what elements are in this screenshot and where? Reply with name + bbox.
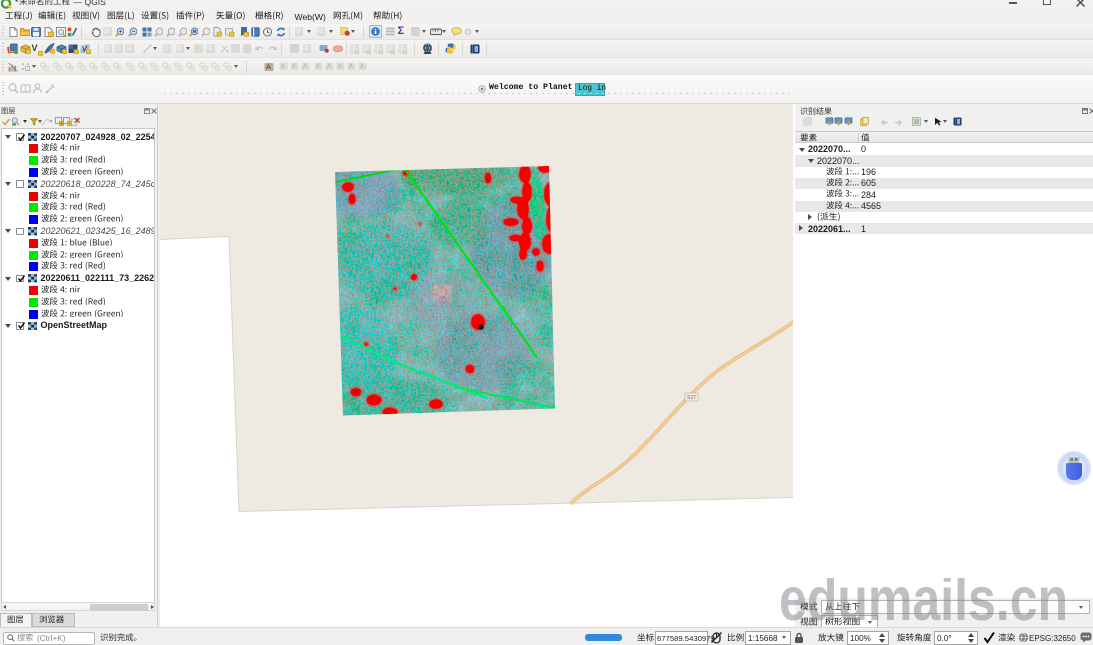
svg-text:S27: S27 <box>687 395 696 401</box>
